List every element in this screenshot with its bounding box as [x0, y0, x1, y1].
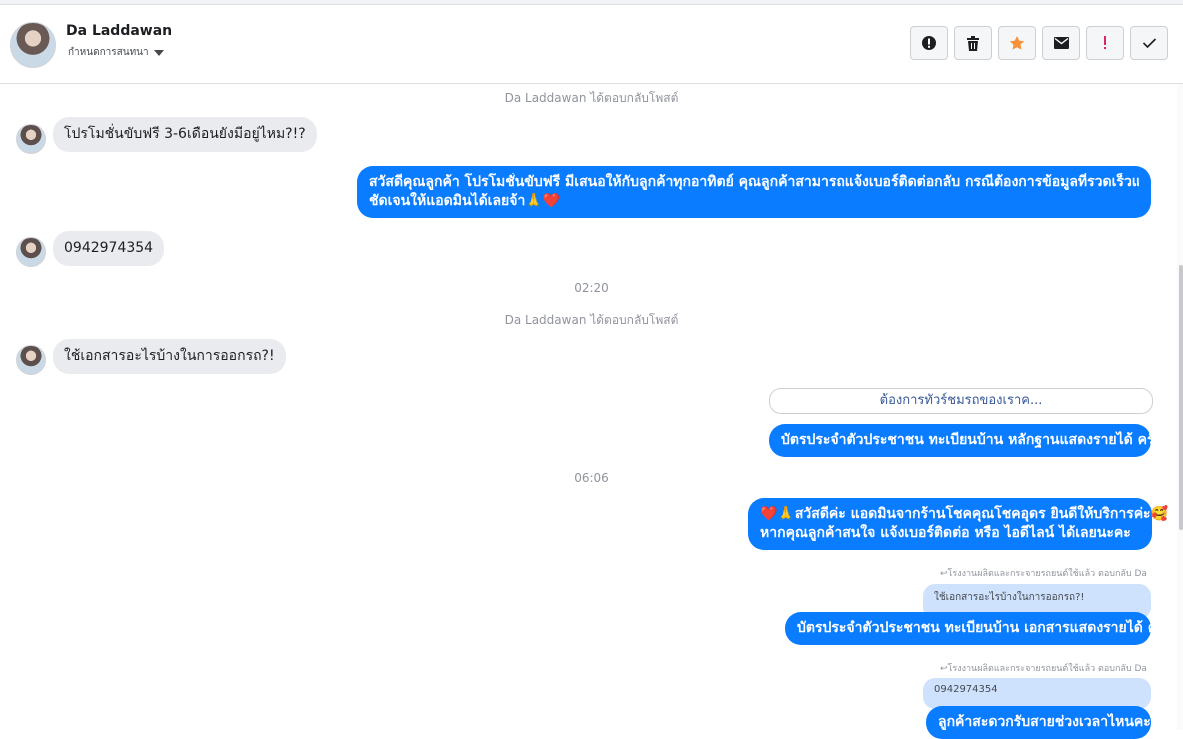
assign-conversation-dropdown[interactable]: กำหนดการสนทนา [68, 45, 164, 60]
mark-spam-button[interactable] [910, 26, 948, 60]
mark-done-button[interactable] [1130, 26, 1168, 60]
message-line: ชัดเจนให้แอดมินได้เลยจ้า🙏❤️ [369, 193, 561, 209]
timestamp: 06:06 [574, 471, 609, 485]
quick-reply-chip[interactable]: ต้องการทัวร์ชมรถของเราค... [769, 388, 1153, 414]
quoted-message[interactable]: 0942974354 [923, 678, 1151, 709]
incoming-message[interactable]: 0942974354 [53, 231, 165, 266]
message-line: สวัสดีคุณลูกค้า โปรโมชั่นขับฟรี มีเสนอให… [369, 174, 1139, 190]
system-notice: Da Laddawan ได้ตอบกลับโพสต์ [504, 91, 679, 105]
outgoing-message[interactable]: บัตรประจำตัวประชาชน ทะเบียนบ้าน หลักฐานแ… [769, 424, 1163, 457]
avatar[interactable] [10, 22, 56, 68]
message-line: หากคุณลูกค้าสนใจ แจ้งเบอร์ติดต่อ หรือ ไอ… [760, 525, 1131, 541]
alert-circle-icon [922, 36, 936, 50]
outgoing-message[interactable]: ลูกค้าสะดวกรับสายช่วงเวลาไหนคะ [926, 706, 1151, 739]
incoming-message[interactable]: ใช้เอกสารอะไรบ้างในการออกรถ?! [53, 339, 286, 374]
incoming-message[interactable]: โปรโมชั่นขับฟรี 3-6เดือนยังมีอยู่ไหม?!? [53, 117, 317, 152]
mark-unread-button[interactable] [1042, 26, 1080, 60]
delete-button[interactable] [954, 26, 992, 60]
follow-up-button[interactable] [1086, 26, 1124, 60]
conversation-header: Da Laddawan กำหนดการสนทนา [0, 5, 1183, 84]
contact-name[interactable]: Da Laddawan [66, 23, 172, 39]
star-button[interactable] [998, 26, 1036, 60]
assign-label: กำหนดการสนทนา [68, 47, 149, 58]
message-line: ❤️🙏สวัสดีค่ะ แอดมินจากร้านโชคคุณโชคอุดร … [760, 506, 1169, 522]
outgoing-message[interactable]: ❤️🙏สวัสดีค่ะ แอดมินจากร้านโชคคุณโชคอุดร … [748, 498, 1169, 550]
scrollbar-thumb[interactable] [1179, 265, 1183, 530]
avatar [16, 345, 46, 375]
star-icon [1009, 36, 1025, 50]
timestamp: 02:20 [574, 281, 609, 295]
exclamation-icon [1104, 36, 1106, 49]
system-notice: Da Laddawan ได้ตอบกลับโพสต์ [504, 313, 679, 327]
avatar [16, 237, 46, 267]
caret-down-icon [153, 49, 164, 56]
header-actions [910, 26, 1168, 60]
outgoing-message[interactable]: สวัสดีคุณลูกค้า โปรโมชั่นขับฟรี มีเสนอให… [357, 166, 1151, 218]
check-icon [1142, 38, 1156, 49]
avatar [16, 124, 46, 154]
reply-context-note: ↩โรงงานผลิตและกระจายรถยนต์ใช้แล้ว ตอบกลั… [940, 569, 1147, 579]
mail-icon [1053, 37, 1069, 49]
trash-icon [967, 35, 979, 51]
reply-context-note: ↩โรงงานผลิตและกระจายรถยนต์ใช้แล้ว ตอบกลั… [940, 664, 1147, 674]
outgoing-message[interactable]: บัตรประจำตัวประชาชน ทะเบียนบ้าน เอกสารแส… [785, 612, 1165, 645]
